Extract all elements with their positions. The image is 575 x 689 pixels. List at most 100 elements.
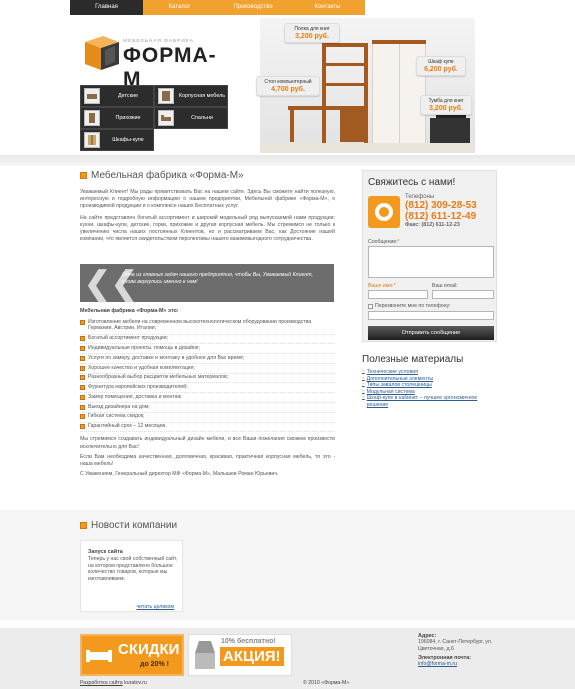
news-item-body: Теперь у нас свой собственный сайт, на к… [88, 556, 178, 582]
nav-item-production[interactable]: Производство [216, 0, 290, 15]
shelf-top [322, 43, 368, 47]
phone-input[interactable] [368, 311, 494, 320]
feature-bullet-icon [80, 365, 85, 371]
useful-link[interactable]: » Дополнительные элементы [362, 376, 497, 383]
kitchen-hood-icon [195, 641, 215, 669]
wardrobe-icon [84, 132, 100, 148]
phone-block: Телефоны (812) 309-28-53 (812) 611-12-49… [405, 194, 477, 228]
phone-number-1[interactable]: (812) 309-28-53 [405, 200, 477, 211]
fax-number: Факс: (812) 611-12-23 [405, 222, 460, 228]
hallway-furniture-icon [84, 110, 100, 126]
price-tag-computer-desk[interactable]: Стол компьютерный 4,700 руб. [256, 76, 320, 96]
read-more-link[interactable]: читать целиком [136, 604, 174, 610]
feature-bullet-icon [80, 424, 85, 430]
feature-item: Разнообразный выбор расцветок мебельных … [80, 374, 335, 384]
useful-link[interactable]: » Типы завалов столешницы [362, 382, 497, 389]
phone-icon [368, 196, 400, 228]
developer-credit: Разработка сайта kuratov.ru [80, 680, 147, 686]
features-section: Мебельная фабрика «Форма-М» это: Изготов… [80, 308, 335, 478]
copyright: © 2010 «Форма-М» [303, 680, 350, 686]
logo-cube-icon [85, 36, 119, 70]
feature-bullet-icon [80, 345, 85, 351]
feature-bullet-icon [80, 414, 85, 420]
price-tag-bookshelf[interactable]: Полка для книг 3,200 руб. [284, 23, 340, 43]
feature-bullet-icon [80, 385, 85, 391]
useful-materials: Полезные материалы » Технические условия»… [362, 354, 497, 409]
price-tag-wardrobe[interactable]: Шкаф купе 6,200 руб. [416, 56, 466, 76]
arrow-icon: » [362, 382, 365, 388]
arrow-icon: » [362, 388, 365, 394]
useful-link[interactable]: » Технические условия [362, 369, 497, 376]
email-label: Ваш email: [432, 283, 458, 289]
category-cabinet[interactable]: Корпусная мебель [154, 85, 228, 107]
main-content: Мебельная фабрика «Форма-М» Уважаемый Кл… [80, 170, 335, 243]
footer-email-link[interactable]: info@forma-m.ru [418, 661, 518, 668]
nav-item-contacts[interactable]: Контакты [290, 0, 365, 15]
category-kids[interactable]: Детские [80, 85, 154, 107]
top-navigation: Главная Каталог Производство Контакты [70, 0, 365, 15]
intro-paragraph: Уважаемый Клиент! Мы рады приветствовать… [80, 189, 335, 210]
category-wardrobes[interactable]: Шкафы-купе [80, 129, 154, 151]
phone-number-2[interactable]: (812) 611-12-49 [405, 211, 477, 222]
quality-paragraph: Если Вам необходима качественная, долгов… [80, 453, 335, 467]
feature-item: Замер помещения, доставка и монтаж [80, 393, 335, 404]
price-tag-book-stand[interactable]: Тумба для книг 3,200 руб. [420, 95, 472, 115]
useful-title: Полезные материалы [362, 354, 464, 365]
footer-address: 196084, г. Санкт-Петербург, ул. Цветочна… [418, 639, 493, 652]
feature-item: Изготовление мебели на современном высок… [80, 318, 335, 335]
hero-room-image: Полка для книг 3,200 руб. Стол компьютер… [256, 18, 475, 153]
arrow-icon: » [362, 375, 365, 381]
news-section-title: Новости компании [80, 520, 177, 531]
feature-bullet-icon [80, 355, 85, 361]
useful-links-list: » Технические условия» Дополнительные элем… [362, 369, 497, 409]
category-menu: Детские Корпусная мебель Прихожие Спальн… [80, 85, 228, 151]
email-input[interactable] [432, 290, 494, 299]
page-title: Мебельная фабрика «Форма-М» [80, 170, 335, 181]
developer-link[interactable]: Разработка сайта [80, 680, 123, 686]
bedroom-furniture-icon [158, 110, 174, 126]
orange-square-icon [80, 522, 87, 529]
feature-bullet-icon [80, 336, 85, 342]
name-label: Ваше имя:* [368, 283, 396, 289]
assortment-paragraph: На сайте представлен богатый ассортимент… [80, 214, 335, 243]
kids-furniture-icon [84, 88, 100, 104]
callback-label: Перезвоните мне по телефону: [375, 303, 451, 309]
feature-item: Гибкая система скидок; [80, 413, 335, 423]
feature-item: Услуги по замеру, доставке и монтажу в у… [80, 354, 335, 364]
nav-item-home[interactable]: Главная [70, 0, 143, 15]
message-textarea[interactable] [368, 246, 494, 278]
design-paragraph: Мы стремимся создавать индивидуальный ди… [80, 436, 335, 450]
logo[interactable]: МЕБЕЛЬНАЯ ФАБРИКА ФОРМА-М [81, 29, 231, 91]
arrow-icon: » [362, 369, 365, 374]
feature-bullet-icon [80, 404, 85, 410]
quote-block: ❮❮ Одна из главных задач нашего предприя… [80, 264, 334, 302]
feature-item: Индивидуальные проекты, помощь в дизайне… [80, 344, 335, 355]
features-title: Мебельная фабрика «Форма-М» это: [80, 308, 179, 314]
nav-item-catalog[interactable]: Каталог [143, 0, 216, 15]
orange-square-icon [80, 172, 87, 179]
useful-link[interactable]: » Шкаф-купе в кабинет – лучшее эргономичн… [362, 395, 497, 408]
promotion-banner[interactable]: 10% бесплатно! АКЦИЯ! [188, 634, 292, 676]
tv-stand [430, 118, 470, 144]
sofa-icon [86, 650, 112, 662]
feature-item: Фурнитура европейских производителей; [80, 383, 335, 394]
arrow-icon: » [362, 395, 365, 401]
feature-bullet-icon [80, 319, 85, 325]
discount-banner[interactable]: СКИДКИ до 20% ! [80, 634, 184, 676]
news-card: Запуск сайта Теперь у нас свой собственн… [80, 540, 183, 612]
feature-item: Богатый ассортимент продукции; [80, 335, 335, 345]
contact-title: Свяжитесь с нами! [368, 177, 456, 188]
signature-paragraph: С Уважением, Генеральный директор МФ «Фо… [80, 471, 279, 478]
message-label: Сообщение:* [368, 239, 400, 245]
category-bedrooms[interactable]: Спальни [154, 107, 228, 129]
name-input[interactable] [368, 290, 428, 299]
feature-item: Хорошее качество и удобная комплектация; [80, 364, 335, 374]
category-hallway[interactable]: Прихожие [80, 107, 154, 129]
feature-bullet-icon [80, 375, 85, 381]
features-list: Изготовление мебели на современном высок… [80, 318, 335, 433]
callback-checkbox[interactable] [368, 304, 373, 309]
send-message-button[interactable]: Отправить сообщение [368, 326, 494, 340]
useful-link[interactable]: » Модульная система [362, 389, 497, 396]
news-item-title[interactable]: Запуск сайта [88, 549, 123, 555]
feature-item: Выезд дизайнера на дом; [80, 403, 335, 413]
